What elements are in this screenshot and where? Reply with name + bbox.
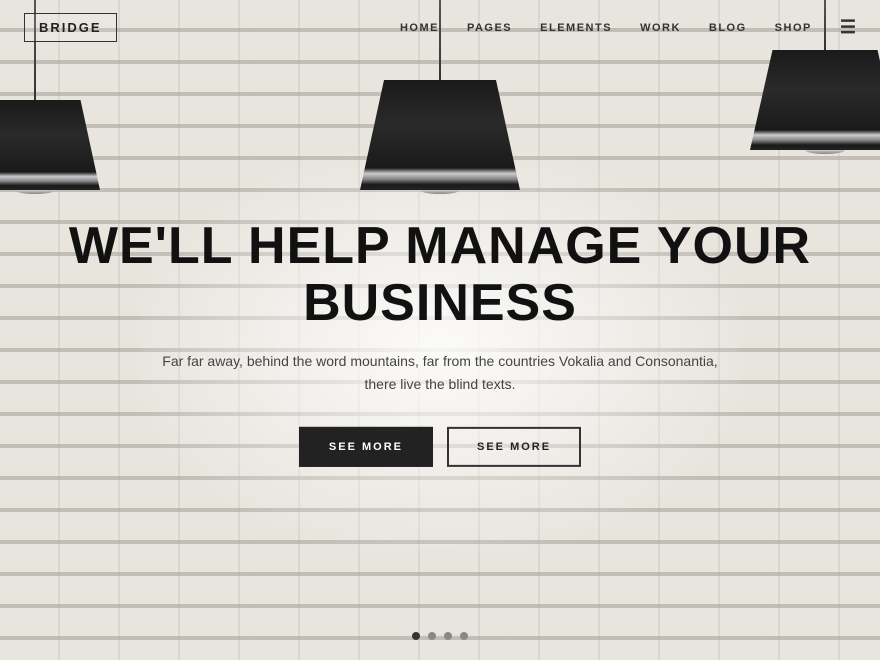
nav-link-shop[interactable]: SHOP <box>775 22 812 34</box>
nav-link-work[interactable]: WORK <box>640 22 681 34</box>
lamp-shade-center <box>360 80 520 190</box>
nav-item-work[interactable]: WORK <box>640 18 681 36</box>
nav-item-elements[interactable]: ELEMENTS <box>540 18 612 36</box>
lamp-body-center <box>360 80 520 190</box>
nav-hamburger-icon[interactable]: ☰ <box>840 17 856 38</box>
slider-dot-4[interactable] <box>460 632 468 640</box>
nav-item-pages[interactable]: PAGES <box>467 18 512 36</box>
lamp-shade-right <box>750 50 880 150</box>
lamp-body-right <box>750 50 880 150</box>
see-more-button-secondary[interactable]: SEE MORE <box>447 427 581 467</box>
nav-link-home[interactable]: HOME <box>400 22 439 34</box>
nav-item-blog[interactable]: BLOG <box>709 18 747 36</box>
hero-title: WE'LL HELP MANAGE YOUR BUSINESS <box>30 218 850 332</box>
hero-content: WE'LL HELP MANAGE YOUR BUSINESS Far far … <box>30 218 850 467</box>
nav-link-elements[interactable]: ELEMENTS <box>540 22 612 34</box>
nav-links: HOME PAGES ELEMENTS WORK BLOG SHOP ☰ <box>400 17 856 38</box>
lamp-shade-left <box>0 100 100 190</box>
slider-dot-3[interactable] <box>444 632 452 640</box>
nav-link-blog[interactable]: BLOG <box>709 22 747 34</box>
hero-subtitle: Far far away, behind the word mountains,… <box>160 350 720 395</box>
hero-section: BRIDGE HOME PAGES ELEMENTS WORK BLOG SHO… <box>0 0 880 660</box>
hero-buttons: SEE MORE SEE MORE <box>30 427 850 467</box>
slider-dot-2[interactable] <box>428 632 436 640</box>
see-more-button-primary[interactable]: SEE MORE <box>299 427 433 467</box>
slider-dots <box>412 632 468 640</box>
hamburger-menu[interactable]: ☰ <box>840 17 856 37</box>
nav-link-pages[interactable]: PAGES <box>467 22 512 34</box>
nav-item-shop[interactable]: SHOP <box>775 18 812 36</box>
lamp-body-left <box>0 100 100 190</box>
navbar: BRIDGE HOME PAGES ELEMENTS WORK BLOG SHO… <box>0 0 880 54</box>
nav-item-home[interactable]: HOME <box>400 18 439 36</box>
slider-dot-1[interactable] <box>412 632 420 640</box>
logo[interactable]: BRIDGE <box>24 13 117 42</box>
